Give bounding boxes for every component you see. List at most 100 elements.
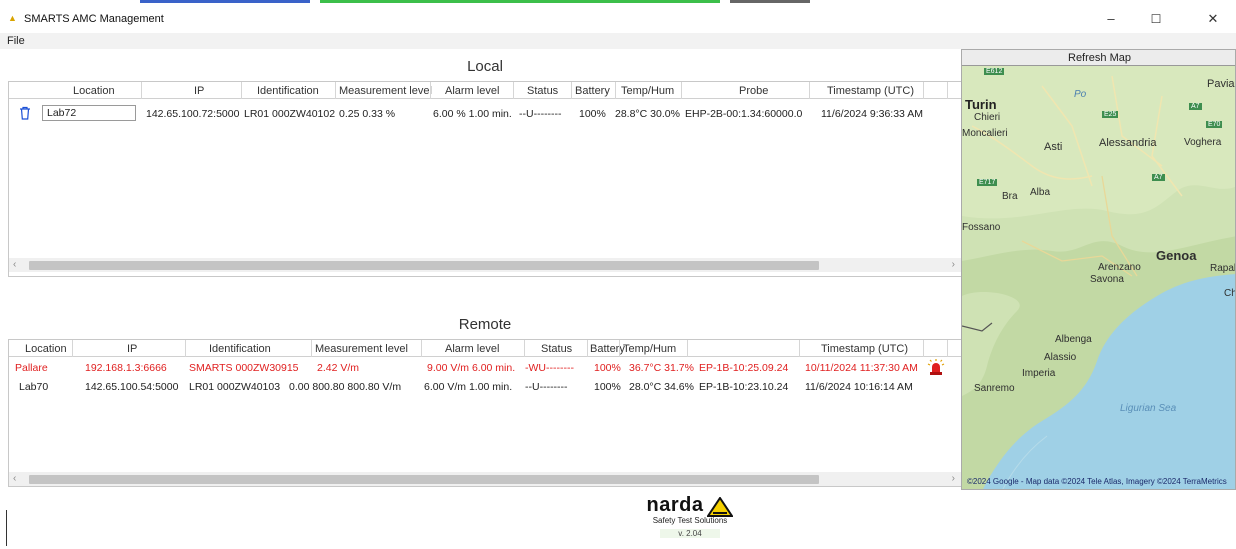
- cell-alarm: 6.00 % 1.00 min.: [433, 108, 512, 120]
- table-row[interactable]: Lab72 142.65.100.72:5000 LR01 000ZW40102…: [9, 104, 959, 124]
- brand-name: narda: [646, 494, 704, 516]
- cell-identification: SMARTS 000ZW30915: [189, 362, 299, 374]
- map-place: Arenzano: [1098, 262, 1141, 273]
- remote-col-identification[interactable]: Identification: [209, 343, 271, 355]
- map-place: Rapal: [1210, 263, 1236, 274]
- road-label: E70: [1206, 121, 1223, 128]
- local-col-alarm[interactable]: Alarm level: [445, 85, 499, 97]
- cell-temphum: 28.8°C 30.0%: [615, 108, 680, 120]
- map-place: Moncalieri: [962, 128, 1008, 139]
- cell-status: -WU--------: [525, 362, 574, 374]
- cell-probe: EHP-2B-00:1.34:60000.0: [685, 108, 803, 120]
- scroll-thumb[interactable]: [29, 261, 819, 270]
- cell-ip: 142.65.100.72:5000: [146, 108, 240, 120]
- cell-timestamp: 11/6/2024 9:36:33 AM: [821, 108, 923, 120]
- map-place: Albenga: [1055, 334, 1092, 345]
- local-col-battery[interactable]: Battery: [575, 85, 610, 97]
- map-panel: Refresh Map E612 E25 E70 A7 A7 E717 Turi…: [961, 49, 1236, 490]
- cell-probe: EP-1B-10:25.09.24: [699, 362, 789, 374]
- remote-col-alarm[interactable]: Alarm level: [445, 343, 499, 355]
- remote-col-temphum[interactable]: Temp/Hum: [623, 343, 676, 355]
- scroll-right-icon[interactable]: ›: [952, 259, 955, 270]
- footer-logo: narda Safety Test Solutions v. 2.04: [600, 494, 780, 549]
- map-place: Genoa: [1156, 248, 1197, 263]
- cell-timestamp: 11/6/2024 10:16:14 AM: [805, 381, 913, 393]
- remote-col-measurement[interactable]: Measurement level: [315, 343, 408, 355]
- remote-col-timestamp[interactable]: Timestamp (UTC): [821, 343, 908, 355]
- cell-timestamp: 10/11/2024 11:37:30 AM: [805, 362, 918, 374]
- cell-battery: 100%: [579, 108, 606, 120]
- remote-hscrollbar[interactable]: ‹ ›: [9, 472, 961, 486]
- map-view[interactable]: E612 E25 E70 A7 A7 E717 Turin Chieri Mon…: [962, 66, 1236, 489]
- scroll-right-icon[interactable]: ›: [952, 473, 955, 484]
- scroll-left-icon[interactable]: ‹: [13, 259, 16, 270]
- menu-bar: File: [0, 33, 1236, 49]
- cursor-line: [6, 510, 7, 546]
- map-place: Po: [1074, 89, 1087, 100]
- map-copyright: ©2024 Google - Map data ©2024 Tele Atlas…: [967, 477, 1227, 486]
- cell-measurement: 0.00 800.80 800.80 V/m: [289, 381, 402, 393]
- map-place: Bra: [1002, 191, 1018, 202]
- cell-battery: 100%: [594, 362, 621, 374]
- close-button[interactable]: ✕: [1198, 9, 1228, 29]
- remote-col-ip[interactable]: IP: [127, 343, 137, 355]
- road-label: A7: [1189, 103, 1202, 110]
- table-row[interactable]: Lab70 142.65.100.54:5000 LR01 000ZW40103…: [9, 377, 959, 395]
- local-col-location[interactable]: Location: [73, 85, 115, 97]
- cell-status: --U--------: [519, 108, 562, 120]
- map-place: Imperia: [1022, 368, 1056, 379]
- cell-measurement: 2.42 V/m: [317, 362, 360, 374]
- local-grid: Location IP Identification Measurement l…: [8, 81, 962, 277]
- cell-probe: EP-1B-10:23.10.24: [699, 381, 789, 393]
- local-col-measurement[interactable]: Measurement level: [339, 85, 432, 97]
- cell-location: Lab70: [19, 381, 49, 393]
- remote-grid-header: Location IP Identification Measurement l…: [9, 340, 961, 357]
- cell-battery: 100%: [594, 381, 621, 393]
- map-place: Alassio: [1044, 352, 1077, 363]
- version-label: v. 2.04: [660, 529, 720, 538]
- remote-col-status[interactable]: Status: [541, 343, 572, 355]
- local-grid-header: Location IP Identification Measurement l…: [9, 82, 961, 99]
- alarm-siren-icon: [927, 359, 945, 378]
- local-col-status[interactable]: Status: [527, 85, 558, 97]
- cell-alarm: 6.00 V/m 1.00 min.: [424, 381, 513, 393]
- refresh-map-button[interactable]: Refresh Map: [962, 50, 1235, 66]
- local-col-probe[interactable]: Probe: [739, 85, 768, 97]
- map-place: Ligurian Sea: [1120, 403, 1177, 414]
- cell-temphum: 28.0°C 34.6%: [629, 381, 694, 393]
- map-place: Fossano: [962, 222, 1001, 233]
- map-place: Turin: [965, 97, 997, 112]
- map-place: Voghera: [1184, 137, 1222, 148]
- cell-identification: LR01 000ZW40103: [189, 381, 281, 393]
- road-label: E612: [984, 68, 1005, 75]
- map-place: Pavia: [1207, 78, 1235, 90]
- road-label: E25: [1102, 111, 1119, 118]
- location-input[interactable]: Lab72: [42, 105, 136, 121]
- local-col-temphum[interactable]: Temp/Hum: [621, 85, 674, 97]
- map-place: Chieri: [974, 112, 1001, 123]
- cell-location: Pallare: [15, 362, 48, 374]
- trash-icon[interactable]: [19, 106, 31, 123]
- minimize-button[interactable]: –: [1096, 9, 1126, 29]
- local-col-timestamp[interactable]: Timestamp (UTC): [827, 85, 914, 97]
- scroll-thumb[interactable]: [29, 475, 819, 484]
- road-label: E717: [977, 179, 998, 186]
- scroll-left-icon[interactable]: ‹: [13, 473, 16, 484]
- brand-tagline: Safety Test Solutions: [652, 516, 728, 525]
- cell-measurement: 0.25 0.33 %: [339, 108, 396, 120]
- title-bar: ▲ SMARTS AMC Management – ☐ ✕: [0, 3, 1236, 33]
- remote-col-location[interactable]: Location: [25, 343, 67, 355]
- local-section-title: Local: [467, 58, 503, 75]
- local-hscrollbar[interactable]: ‹ ›: [9, 258, 961, 272]
- local-col-identification[interactable]: Identification: [257, 85, 319, 97]
- menu-file[interactable]: File: [7, 35, 25, 47]
- window-title: SMARTS AMC Management: [24, 13, 164, 25]
- cell-ip: 142.65.100.54:5000: [85, 381, 179, 393]
- local-col-ip[interactable]: IP: [194, 85, 204, 97]
- map-place: Alessandria: [1099, 137, 1157, 149]
- table-row[interactable]: Pallare 192.168.1.3:6666 SMARTS 000ZW309…: [9, 358, 959, 376]
- cell-status: --U--------: [525, 381, 568, 393]
- map-place: Savona: [1090, 274, 1124, 285]
- remote-section-title: Remote: [458, 316, 512, 333]
- maximize-button[interactable]: ☐: [1141, 9, 1171, 29]
